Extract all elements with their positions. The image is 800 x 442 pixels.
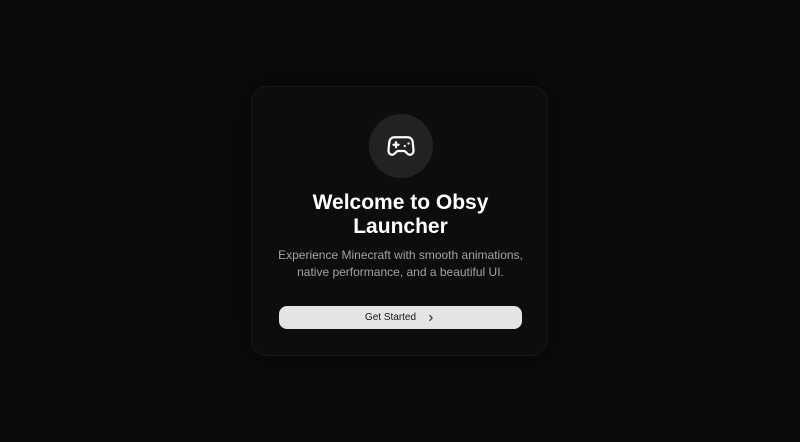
welcome-card: Welcome to Obsy Launcher Experience Mine… (251, 86, 548, 356)
get-started-label: Get Started (364, 312, 417, 323)
welcome-title: Welcome to Obsy Launcher (312, 191, 489, 238)
welcome-description: Experience Minecraft with smooth animati… (278, 248, 523, 279)
gamepad-icon (387, 136, 415, 156)
get-started-button[interactable]: Get Started (279, 306, 522, 329)
chevron-right-icon (426, 313, 436, 323)
app-logo (369, 114, 433, 178)
